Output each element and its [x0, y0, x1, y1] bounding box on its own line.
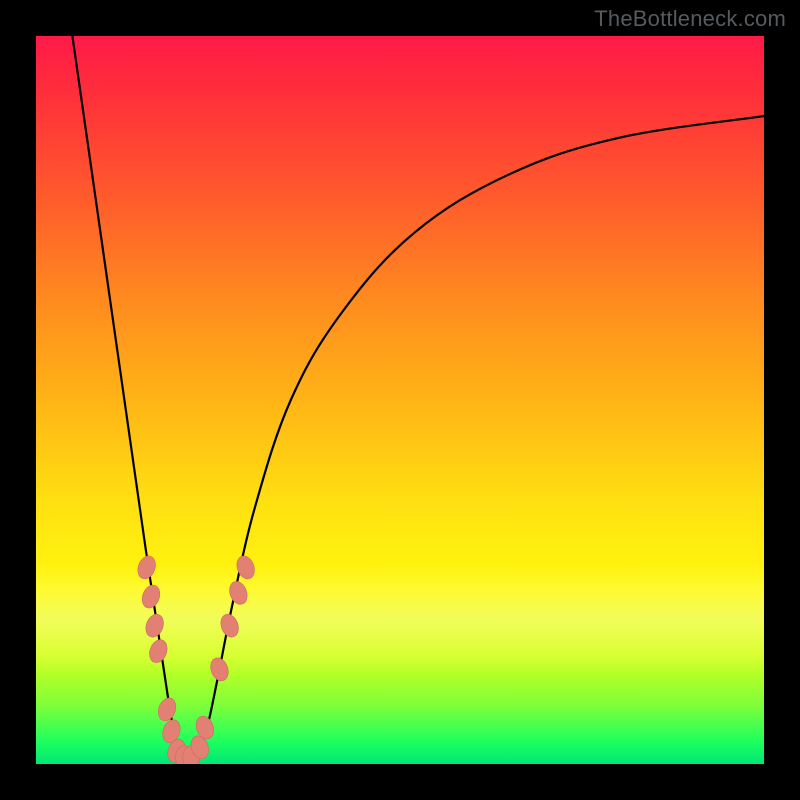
watermark-text: TheBottleneck.com: [594, 6, 786, 32]
plot-area: [36, 36, 764, 764]
data-marker: [135, 554, 159, 582]
data-marker: [208, 655, 232, 683]
data-marker: [155, 695, 179, 723]
chart-svg: [36, 36, 764, 764]
data-marker: [143, 612, 167, 640]
curve-right-branch: [196, 116, 764, 760]
data-marker: [227, 579, 251, 607]
series-layer: [72, 36, 764, 760]
data-marker: [218, 612, 242, 640]
marker-layer: [135, 554, 258, 764]
data-marker: [146, 637, 170, 665]
data-marker: [139, 583, 163, 611]
chart-frame: TheBottleneck.com: [0, 0, 800, 800]
